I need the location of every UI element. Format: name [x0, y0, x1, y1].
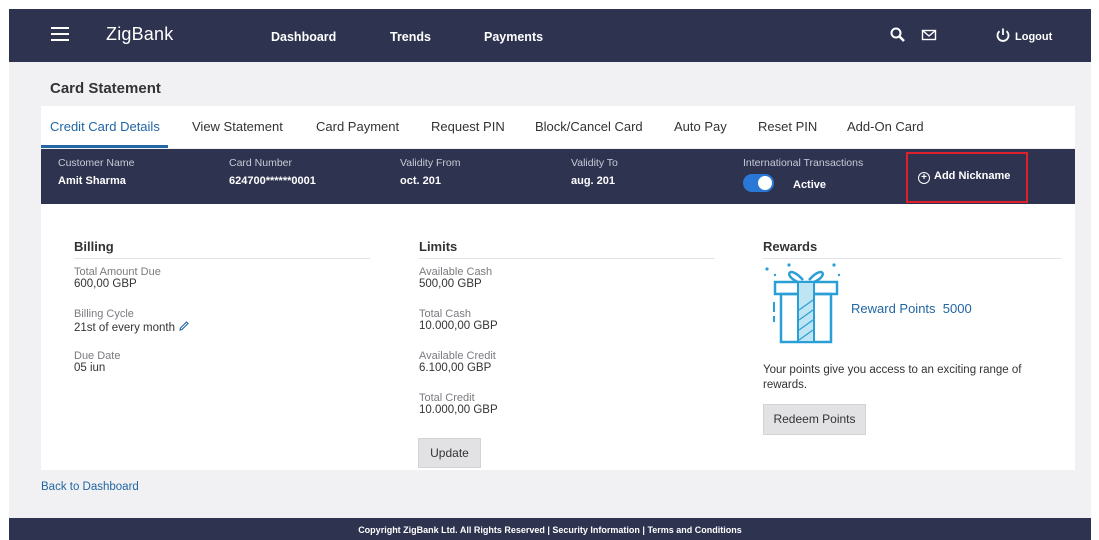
total-credit-value: 10.000,00 GBP — [419, 404, 498, 416]
reward-points-value: 5000 — [942, 301, 972, 316]
total-credit-label: Total Credit — [419, 392, 475, 404]
total-due-value: 600,00 GBP — [74, 278, 137, 290]
reward-points-label: Reward Points — [851, 301, 936, 316]
validity-from: oct. 201 — [400, 175, 441, 187]
tab-reset-pin[interactable]: Reset PIN — [758, 119, 817, 134]
intl-transactions-label: International Transactions — [743, 157, 864, 169]
toggle-knob — [758, 176, 772, 190]
footer: Copyright ZigBank Ltd. All Rights Reserv… — [9, 518, 1091, 540]
rewards-description: Your points give you access to an exciti… — [763, 364, 1022, 391]
tab-auto-pay[interactable]: Auto Pay — [674, 119, 727, 134]
tab-add-on-card[interactable]: Add-On Card — [847, 119, 924, 134]
billing-cycle-label: Billing Cycle — [74, 308, 134, 320]
footer-terms-link[interactable]: Terms and Conditions — [647, 525, 741, 535]
card-number-label: Card Number — [229, 157, 293, 169]
logout-link[interactable]: Logout — [1015, 31, 1052, 43]
plus-circle-icon: + — [918, 172, 930, 184]
card-number: 624700******0001 — [229, 175, 316, 187]
footer-text: Copyright ZigBank Ltd. All Rights Reserv… — [358, 525, 742, 535]
intl-status: Active — [793, 179, 827, 191]
total-due-label: Total Amount Due — [74, 266, 161, 278]
add-nickname-label: Add Nickname — [934, 170, 1011, 182]
nav-payments[interactable]: Payments — [484, 30, 543, 44]
add-nickname-highlight: + Add Nickname — [906, 152, 1028, 203]
search-icon[interactable] — [889, 26, 907, 44]
tab-credit-card-details[interactable]: Credit Card Details — [50, 119, 160, 134]
tab-request-pin[interactable]: Request PIN — [431, 119, 505, 134]
available-cash-label: Available Cash — [419, 266, 493, 278]
edit-pencil-icon[interactable] — [178, 320, 190, 332]
footer-security-link[interactable]: Security Information — [552, 525, 640, 535]
available-credit-value: 6.100,00 GBP — [419, 362, 492, 374]
billing-cycle-text: 21st of every month — [74, 322, 175, 334]
rewards-divider — [763, 258, 1061, 259]
top-navbar: ZigBank Dashboard Trends Payments Logout — [9, 9, 1091, 62]
page-title: Card Statement — [50, 80, 161, 97]
customer-name: Amit Sharma — [58, 175, 126, 187]
validity-to: aug. 201 — [571, 175, 616, 187]
billing-divider — [74, 258, 370, 259]
card-info-bar: Customer Name Amit Sharma Card Number 62… — [41, 149, 1075, 204]
tab-view-statement[interactable]: View Statement — [192, 119, 283, 134]
update-button[interactable]: Update — [418, 438, 481, 468]
hamburger-menu-icon[interactable] — [51, 27, 69, 41]
rewards-title: Rewards — [763, 239, 818, 254]
gift-box-icon — [765, 263, 841, 344]
limits-title: Limits — [419, 239, 458, 254]
reward-points: Reward Points 5000 — [851, 301, 972, 316]
tab-bar: Credit Card Details View Statement Card … — [41, 106, 1075, 148]
customer-name-label: Customer Name — [58, 157, 135, 169]
due-date-value: 05 iun — [74, 362, 106, 374]
power-icon[interactable] — [994, 26, 1012, 44]
nav-trends[interactable]: Trends — [390, 30, 431, 44]
total-cash-label: Total Cash — [419, 308, 471, 320]
redeem-points-button[interactable]: Redeem Points — [763, 404, 866, 435]
limits-divider — [419, 258, 715, 259]
add-nickname-button[interactable]: + Add Nickname — [918, 170, 1010, 184]
details-panel: Billing Total Amount Due 600,00 GBP Bill… — [41, 204, 1075, 470]
intl-transactions-toggle[interactable] — [743, 174, 774, 192]
mail-icon[interactable] — [920, 26, 938, 44]
footer-copyright: Copyright ZigBank Ltd. All Rights Reserv… — [358, 525, 545, 535]
validity-to-label: Validity To — [571, 157, 618, 169]
back-to-dashboard-link[interactable]: Back to Dashboard — [41, 481, 139, 493]
billing-title: Billing — [74, 239, 114, 254]
nav-dashboard[interactable]: Dashboard — [271, 30, 336, 44]
available-cash-value: 500,00 GBP — [419, 278, 482, 290]
available-credit-label: Available Credit — [419, 350, 496, 362]
tab-card-payment[interactable]: Card Payment — [316, 119, 399, 134]
tab-block-cancel-card[interactable]: Block/Cancel Card — [535, 119, 643, 134]
billing-cycle-value: 21st of every month — [74, 320, 190, 334]
validity-from-label: Validity From — [400, 157, 461, 169]
total-cash-value: 10.000,00 GBP — [419, 320, 498, 332]
due-date-label: Due Date — [74, 350, 121, 362]
brand-logo[interactable]: ZigBank — [106, 24, 173, 45]
active-tab-indicator — [41, 145, 168, 148]
